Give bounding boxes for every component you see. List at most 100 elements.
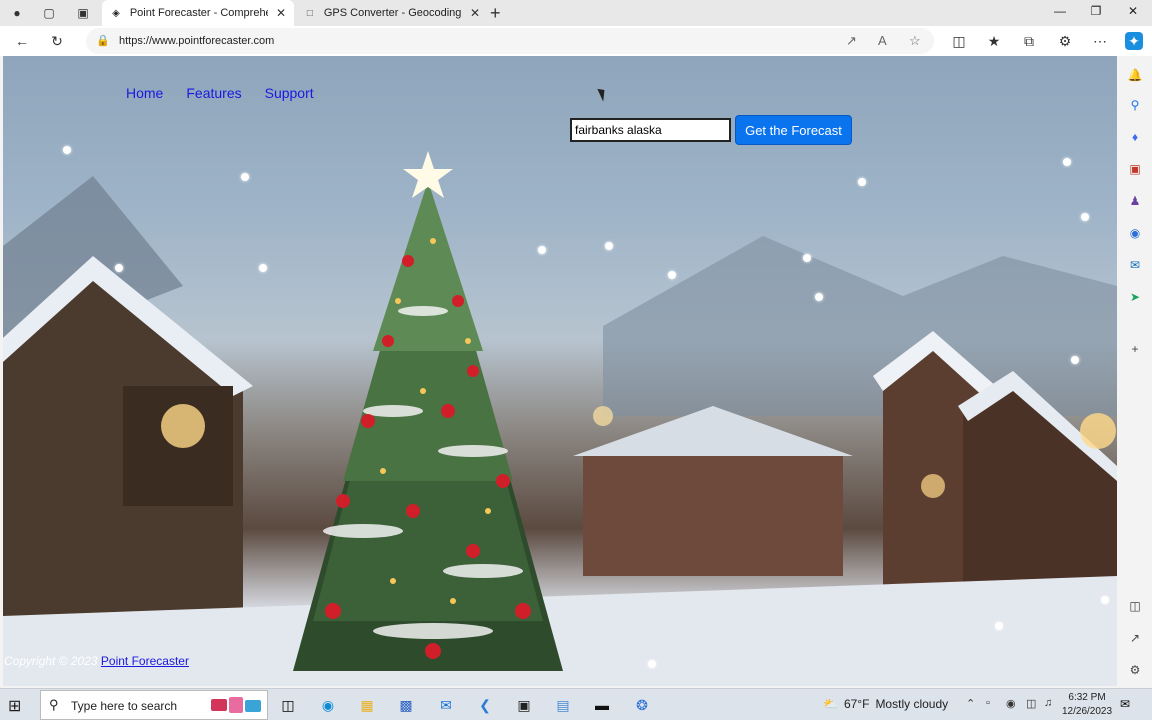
close-tab-icon[interactable]: ✕ <box>276 6 286 20</box>
tab-title: GPS Converter - Geocoding, Rev <box>323 7 462 19</box>
search-magnifier-icon: ⚲ <box>49 697 59 712</box>
tray-display-icon[interactable]: ◫ <box>1026 697 1036 710</box>
back-icon[interactable]: ← <box>13 32 31 50</box>
snowflake <box>1063 158 1071 166</box>
snowflake <box>605 242 613 250</box>
tools-briefcase-icon[interactable]: ▣ <box>1126 160 1144 178</box>
gps-converter-favicon: □ <box>306 7 313 19</box>
notepad-icon[interactable]: ▤ <box>553 695 573 715</box>
snowflake <box>1081 213 1089 221</box>
notifications-bell-icon[interactable]: 🔔 <box>1126 66 1144 84</box>
search-icon[interactable]: ⚲ <box>1126 96 1144 114</box>
hide-sidebar-icon[interactable]: ◫ <box>1126 597 1144 615</box>
shopping-tag-icon[interactable]: ♦ <box>1126 128 1144 146</box>
drop-icon[interactable]: ➤ <box>1126 288 1144 306</box>
refresh-icon[interactable]: ↻ <box>48 32 66 50</box>
workspaces-icon[interactable]: ▢ <box>40 4 58 22</box>
taskbar-clock[interactable]: 6:32 PM 12/26/2023 <box>1062 691 1112 719</box>
tab-point-forecaster[interactable]: ◈ Point Forecaster - Comprehensiv ✕ <box>102 0 294 26</box>
url-text[interactable]: https://www.pointforecaster.com <box>119 35 274 47</box>
browser-tab-strip: ● ▢ ▣ ◈ Point Forecaster - Comprehensiv … <box>0 0 1152 26</box>
snowflake <box>259 264 267 272</box>
weather-condition: Mostly cloudy <box>875 697 949 711</box>
app-icon[interactable]: ▣ <box>514 695 534 715</box>
notification-center-icon[interactable]: ✉ <box>1120 697 1130 711</box>
nav-features-link[interactable]: Features <box>186 85 241 101</box>
open-external-icon[interactable]: ↗ <box>1126 629 1144 647</box>
edge-sidebar: 🔔 ⚲ ♦ ▣ ♟ ◉ ✉ ➤ + ◫ ↗ ⚙ <box>1118 56 1152 686</box>
more-menu-icon[interactable]: ⋯ <box>1091 32 1109 50</box>
browser-toolbar: ← ↻ 🔒 https://www.pointforecaster.com ↗ … <box>0 26 1152 56</box>
mail-icon[interactable]: ✉ <box>436 695 456 715</box>
snowflake <box>1101 596 1109 604</box>
favorite-star-icon[interactable]: ☆ <box>909 33 921 49</box>
tab-gps-converter[interactable]: □ GPS Converter - Geocoding, Rev ✕ <box>296 0 488 26</box>
edge-browser-icon[interactable]: ◉ <box>318 695 338 715</box>
search-highlight-art-icon <box>211 697 261 713</box>
add-sidebar-app-icon[interactable]: + <box>1126 340 1144 358</box>
snowflake <box>668 271 676 279</box>
extensions-icon[interactable]: ⚙ <box>1056 32 1074 50</box>
copilot-icon[interactable]: ✦ <box>1125 32 1143 50</box>
nav-support-link[interactable]: Support <box>265 85 314 101</box>
web-page: Home Features Support Get the Forecast C… <box>3 56 1117 686</box>
split-screen-icon[interactable]: ◫ <box>950 32 968 50</box>
snowflake <box>1071 356 1079 364</box>
taskbar-search-placeholder: Type here to search <box>71 699 178 713</box>
taskbar-weather[interactable]: ⛅ 67°F Mostly cloudy <box>823 697 948 711</box>
snowflake <box>815 293 823 301</box>
outlook-icon[interactable]: ✉ <box>1126 256 1144 274</box>
read-aloud-icon[interactable]: A <box>878 33 887 48</box>
games-icon[interactable]: ♟ <box>1126 192 1144 210</box>
file-explorer-icon[interactable]: ▦ <box>357 695 377 715</box>
sidebar-settings-gear-icon[interactable]: ⚙ <box>1126 661 1144 679</box>
tray-chevron-up-icon[interactable]: ⌃ <box>966 697 975 710</box>
favorites-icon[interactable]: ★ <box>985 32 1003 50</box>
address-bar[interactable]: 🔒 https://www.pointforecaster.com ↗ A ☆ <box>86 28 934 54</box>
close-tab-icon[interactable]: ✕ <box>470 6 480 20</box>
footer-site-link[interactable]: Point Forecaster <box>101 654 189 668</box>
microsoft-365-icon[interactable]: ◉ <box>1126 224 1144 242</box>
task-view-icon[interactable]: ◫ <box>278 695 298 715</box>
clock-date: 12/26/2023 <box>1062 706 1113 717</box>
weather-temperature: 67°F <box>843 697 870 711</box>
windows-start-icon[interactable]: ⊞ <box>8 696 21 716</box>
snowflake <box>63 146 71 154</box>
cloudy-weather-icon: ⛅ <box>823 697 838 711</box>
vscode-icon[interactable]: ❮ <box>475 695 495 715</box>
restore-icon[interactable]: ❐ <box>1086 4 1106 18</box>
site-nav: Home Features Support <box>126 85 337 101</box>
get-forecast-button[interactable]: Get the Forecast <box>735 115 852 145</box>
snowflake <box>858 178 866 186</box>
clock-time: 6:32 PM <box>1068 692 1106 703</box>
christmas-tree-image <box>293 151 563 671</box>
snowflake <box>648 660 656 668</box>
tab-title: Point Forecaster - Comprehensiv <box>129 7 268 19</box>
microsoft-store-icon[interactable]: ▩ <box>396 695 416 715</box>
snowflake <box>995 622 1003 630</box>
nav-home-link[interactable]: Home <box>126 85 163 101</box>
snowflake <box>803 254 811 262</box>
new-tab-icon[interactable]: + <box>490 3 501 24</box>
volume-icon[interactable]: ♫ <box>1044 697 1052 709</box>
copyright-text: Copyright © 2023 <box>4 654 98 668</box>
open-in-app-icon[interactable]: ↗ <box>846 33 857 49</box>
profile-icon[interactable]: ● <box>8 4 26 22</box>
lock-icon[interactable]: 🔒 <box>96 34 110 47</box>
close-window-icon[interactable]: ✕ <box>1123 4 1143 18</box>
point-forecaster-favicon: ◈ <box>112 7 120 19</box>
settings-app-icon[interactable]: ❂ <box>632 695 652 715</box>
collections-icon[interactable]: ⧉ <box>1020 32 1038 50</box>
location-search-input[interactable] <box>570 118 731 142</box>
tray-network-icon[interactable]: ◉ <box>1006 697 1016 710</box>
page-footer: Copyright © 2023 Point Forecaster <box>4 654 189 668</box>
snowflake <box>538 246 546 254</box>
snowflake <box>241 173 249 181</box>
minimize-icon[interactable]: — <box>1050 4 1070 18</box>
tab-actions-icon[interactable]: ▣ <box>74 4 92 22</box>
tray-device-icon[interactable]: ▫ <box>986 697 990 709</box>
windows-taskbar: ⊞ ⚲ Type here to search ◫ ◉ ▦ ▩ ✉ ❮ ▣ ▤ … <box>0 688 1152 720</box>
snowflake <box>115 264 123 272</box>
taskbar-search-box[interactable]: ⚲ Type here to search <box>40 690 268 720</box>
terminal-icon[interactable]: ▬ <box>592 695 612 715</box>
